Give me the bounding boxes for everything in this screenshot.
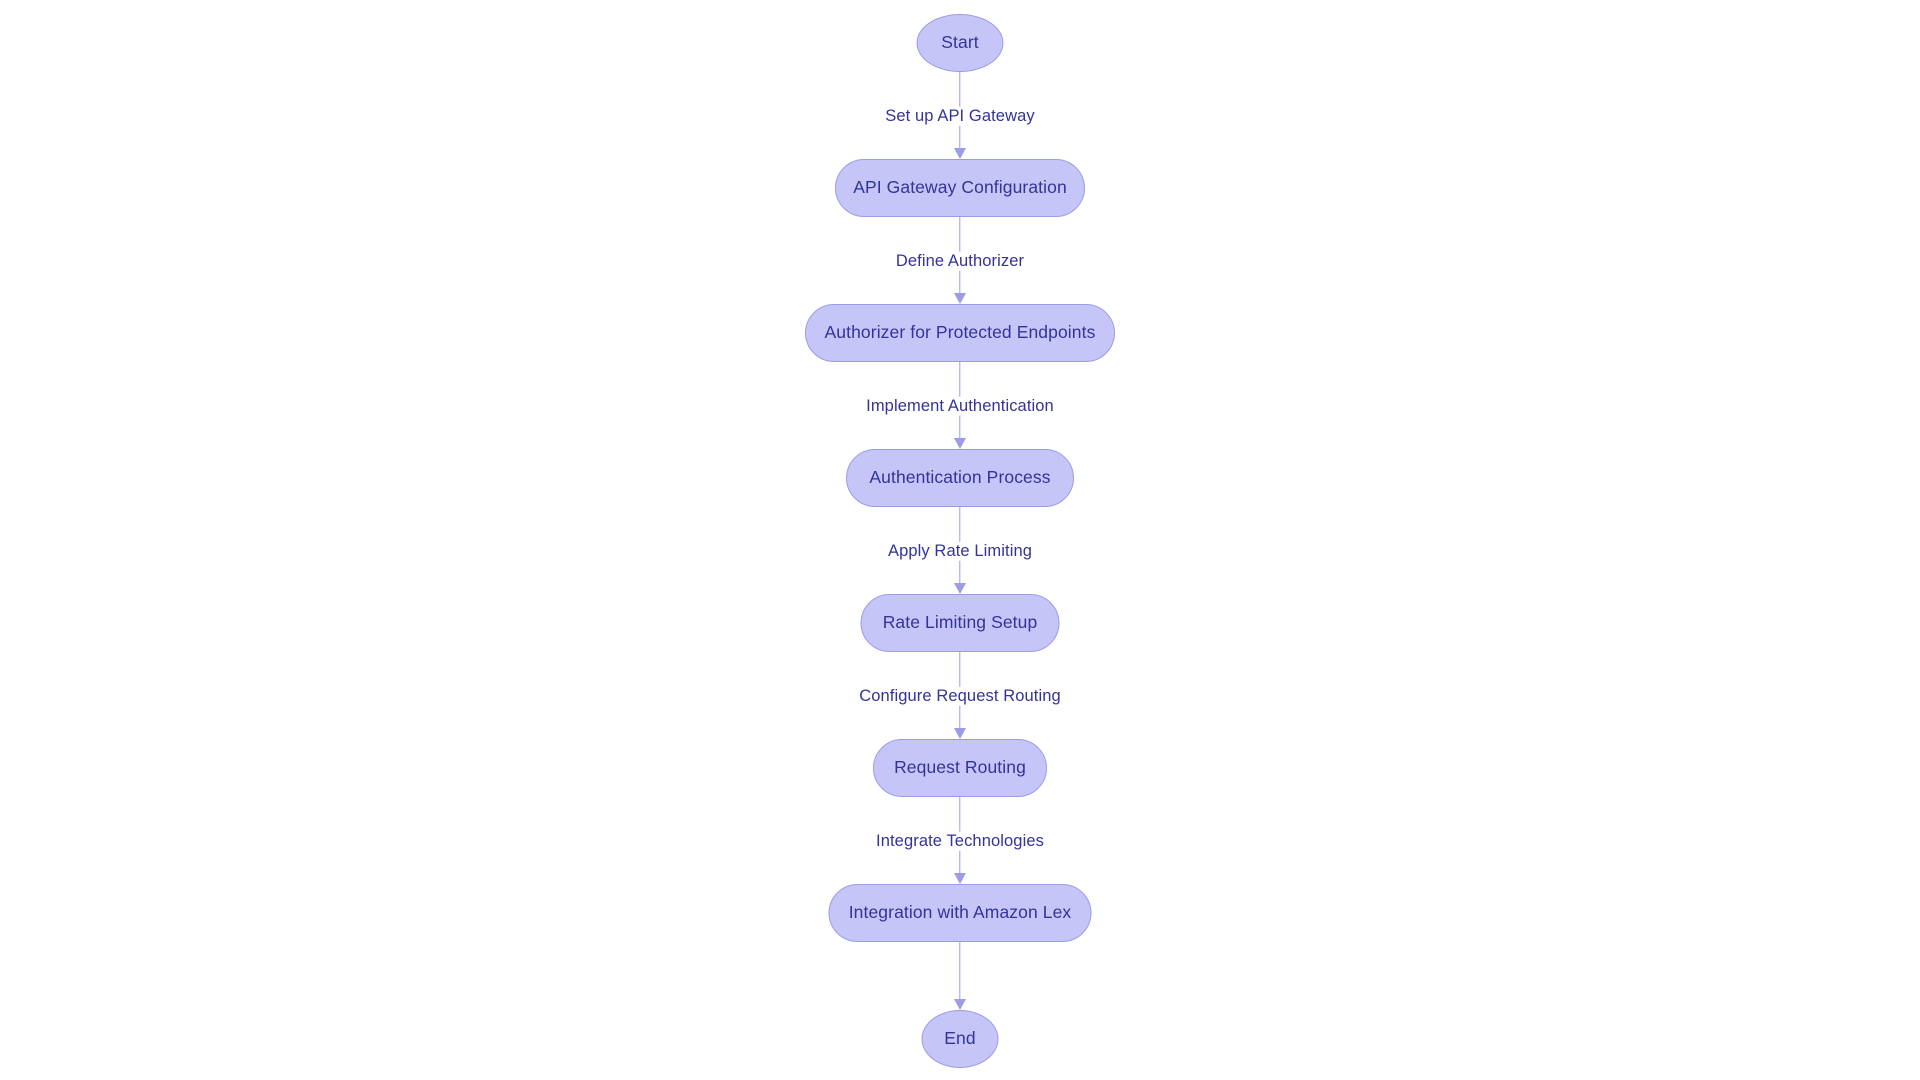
- edge-arrowhead: [954, 293, 966, 304]
- flow-node-authorizer[interactable]: Authorizer for Protected Endpoints: [805, 304, 1115, 362]
- edge-arrowhead: [954, 583, 966, 594]
- edge-arrowhead: [954, 728, 966, 739]
- edge-arrowhead: [954, 873, 966, 884]
- flow-node-lex[interactable]: Integration with Amazon Lex: [828, 884, 1092, 942]
- flow-node-authproc[interactable]: Authentication Process: [846, 449, 1074, 507]
- flow-node-ratelimit[interactable]: Rate Limiting Setup: [860, 594, 1060, 652]
- flow-node-routing[interactable]: Request Routing: [873, 739, 1047, 797]
- edge-label: Define Authorizer: [891, 251, 1029, 271]
- flow-node-label: Rate Limiting Setup: [882, 612, 1038, 633]
- edge-arrowhead: [954, 438, 966, 449]
- flowchart-canvas: Set up API Gateway Define Authorizer Imple…: [0, 0, 1920, 1080]
- flow-node-label: Integration with Amazon Lex: [848, 902, 1072, 923]
- edge-arrowhead: [954, 999, 966, 1010]
- edge-line: [959, 942, 961, 999]
- flow-node-label: End: [944, 1028, 976, 1049]
- edge-label: Apply Rate Limiting: [883, 541, 1037, 561]
- flow-node-label: API Gateway Configuration: [853, 177, 1067, 198]
- flow-node-label: Request Routing: [894, 757, 1026, 778]
- flow-node-end[interactable]: End: [921, 1010, 999, 1068]
- edge-label: Set up API Gateway: [881, 106, 1039, 126]
- edge-arrowhead: [954, 148, 966, 159]
- flow-node-label: Authentication Process: [869, 467, 1051, 488]
- flow-node-label: Authorizer for Protected Endpoints: [824, 322, 1096, 343]
- flow-node-start[interactable]: Start: [916, 14, 1004, 72]
- flow-node-label: Start: [941, 32, 979, 53]
- edge-label: Integrate Technologies: [872, 831, 1048, 851]
- edge-label: Configure Request Routing: [855, 686, 1065, 706]
- flow-node-apigw[interactable]: API Gateway Configuration: [835, 159, 1085, 217]
- edge-label: Implement Authentication: [862, 396, 1058, 416]
